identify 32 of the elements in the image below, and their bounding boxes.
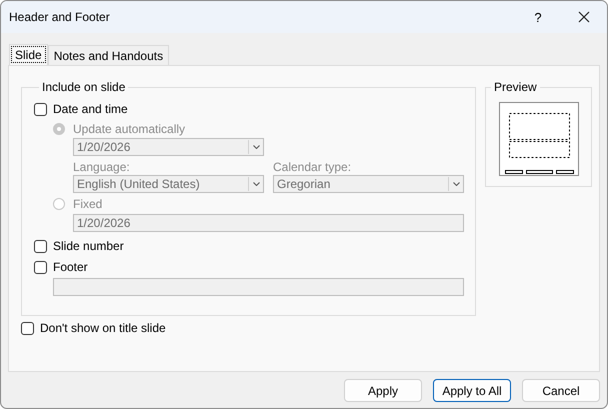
fixed-date-field[interactable]: 1/20/2026	[73, 214, 464, 232]
radio-label: Fixed	[73, 197, 102, 211]
language-dropdown[interactable]: English (United States)	[73, 175, 264, 193]
group-title: Preview	[493, 80, 538, 94]
date-format-dropdown[interactable]: 1/20/2026	[73, 138, 264, 156]
dialog-button[interactable]: Apply	[344, 379, 422, 402]
checkbox[interactable]	[21, 322, 34, 334]
checkbox-label: Slide number	[53, 239, 124, 253]
caret-icon	[252, 182, 260, 186]
radio-button[interactable]	[53, 123, 65, 135]
dialog-button[interactable]: Apply to All	[433, 379, 511, 402]
dialog-button[interactable]: Cancel	[522, 379, 600, 402]
group-title: Include on slide	[41, 80, 126, 94]
checkbox-label: Don't show on title slide	[40, 321, 166, 335]
caret-icon	[252, 145, 260, 149]
calendar-type-dropdown[interactable]: Gregorian	[273, 175, 464, 193]
checkbox-label: Footer	[53, 260, 88, 274]
checkbox-label: Date and time	[53, 102, 128, 116]
field-label: Calendar type:	[273, 160, 352, 174]
checkbox[interactable]	[34, 240, 47, 252]
tab[interactable]: Notes and Handouts	[48, 45, 170, 65]
field-label: Language:	[73, 160, 131, 174]
caret-icon	[452, 182, 460, 186]
radio-button[interactable]	[53, 198, 65, 210]
help-button[interactable]: ?	[515, 1, 561, 33]
footer-text-field[interactable]	[53, 278, 464, 296]
checkbox[interactable]	[34, 102, 47, 116]
close-icon	[578, 11, 590, 23]
tab[interactable]: Slide	[9, 44, 48, 65]
checkbox[interactable]	[34, 260, 47, 274]
radio-label: Update automatically	[73, 122, 186, 136]
window-title: Header and Footer	[9, 10, 111, 24]
